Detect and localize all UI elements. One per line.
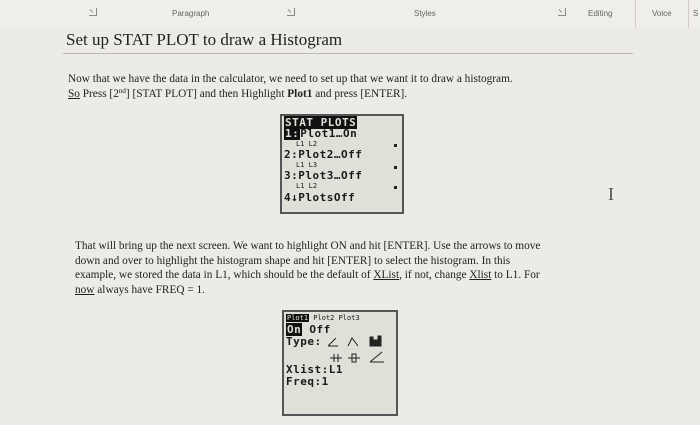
instr-line-3: example, we stored the data in L1, which… [75, 268, 540, 283]
dialog-launcher-icon[interactable] [89, 8, 97, 16]
superscript-nd: nd [118, 86, 126, 95]
instr-text-b: , if not, change [399, 269, 470, 281]
plot2-sub: L1 L3 [296, 161, 318, 169]
stat-plots-screenshot: STAT PLOTS 1:Plot1…On L1 L2 2:Plot2…Off … [280, 114, 404, 214]
boxplot-type-icon [348, 353, 360, 363]
styles-group-label: Styles [414, 9, 436, 18]
xlist-word-1: XList [373, 269, 400, 281]
plot2-mark-icon [394, 166, 397, 169]
text-cursor-icon: I [608, 184, 614, 204]
paragraph-group-label: Paragraph [172, 9, 210, 18]
plot3-item: 3:Plot3…Off [284, 169, 363, 182]
modboxplot-type-icon [330, 354, 342, 362]
ribbon-bar: Paragraph Styles Editing Voice S [0, 0, 700, 32]
xlist-word-2: Xlist [469, 269, 492, 281]
voice-label[interactable]: Voice [652, 9, 672, 18]
plot1-sub: L1 L2 [296, 140, 318, 148]
page-title: Set up STAT PLOT to draw a Histogram [66, 30, 343, 49]
intro-line-1: Now that we have the data in the calcula… [68, 73, 513, 85]
freq-value: Freq:1 [286, 375, 329, 388]
xyline-type-icon [347, 337, 359, 347]
instr-text-a: example, we stored the data in L1, which… [75, 269, 374, 281]
plot3-tab: Plot3 [338, 314, 360, 322]
intro-line-2: So Press [2nd] [STAT PLOT] and then High… [68, 87, 513, 102]
plot2-item: 2:Plot2…Off [284, 148, 363, 161]
instr-line-2: down and over to highlight the histogram… [75, 254, 511, 267]
intro-text-c: and press [ENTER]. [312, 87, 408, 100]
instr-line-4: now always have FREQ = 1. [75, 283, 540, 298]
plot1-mark-icon [394, 144, 397, 147]
scatter-type-icon [327, 337, 338, 347]
histogram-type-icon [369, 336, 374, 347]
so-word: So [68, 87, 80, 100]
paragraph-intro: Now that we have the data in the calcula… [68, 72, 513, 101]
paragraph-instructions: That will bring up the next screen. We w… [75, 239, 540, 297]
plot1-setup-screenshot: Plot1 Plot2 Plot3 On Off Type: Xlist:L1 … [282, 310, 398, 416]
plot3-sub: L1 L2 [296, 182, 318, 190]
plots-off-item: 4↓PlotsOff [284, 191, 356, 204]
intro-text-a: Press [2 [79, 87, 119, 100]
instr-text-c: to L1. For [491, 269, 540, 281]
editing-group-label[interactable]: Editing [588, 9, 612, 18]
heading-divider [63, 53, 633, 54]
ribbon-edge-label: S [693, 9, 699, 18]
instr-line-1: That will bring up the next screen. We w… [75, 240, 541, 252]
plot1-bold: Plot1 [287, 87, 313, 100]
plot-type-icons [327, 335, 384, 363]
plot2-tab: Plot2 [313, 314, 335, 322]
selected-index: 1: [284, 127, 301, 140]
plot1-tab: Plot1 [286, 314, 310, 322]
intro-text-b: ] [STAT PLOT] and then Highlight [125, 87, 288, 100]
normprob-type-icon [369, 351, 384, 363]
plot1-item: Plot1…On [300, 127, 358, 140]
type-label: Type: [286, 335, 322, 348]
document-page[interactable]: Set up STAT PLOT to draw a Histogram Now… [0, 28, 700, 425]
plot3-mark-icon [394, 186, 397, 189]
styles-launcher-icon[interactable] [558, 8, 566, 16]
instr-text-d: always have FREQ = 1. [94, 283, 206, 296]
now-word: now [75, 283, 95, 296]
paragraph-launcher-icon[interactable] [287, 8, 295, 16]
